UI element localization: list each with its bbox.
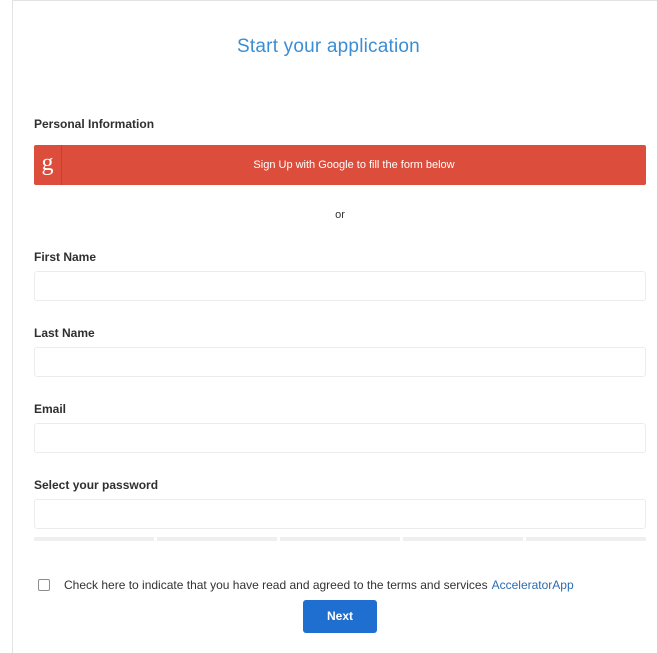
email-input[interactable] [34, 423, 646, 453]
or-separator: or [335, 209, 345, 221]
google-icon-glyph: g [41, 150, 54, 176]
first-name-input[interactable] [34, 271, 646, 301]
last-name-input[interactable] [34, 347, 646, 377]
password-strength-segment [526, 537, 646, 541]
next-button[interactable]: Next [303, 600, 377, 633]
password-label: Select your password [34, 478, 159, 492]
first-name-label: First Name [34, 250, 97, 264]
section-label-personal-information: Personal Information [34, 117, 155, 131]
last-name-label: Last Name [34, 326, 95, 340]
google-signup-label: Sign Up with Google to fill the form bel… [253, 159, 455, 171]
terms-row: Check here to indicate that you have rea… [38, 578, 574, 592]
password-strength-segment [280, 537, 400, 541]
terms-text: Check here to indicate that you have rea… [64, 578, 488, 592]
google-icon: g [34, 145, 62, 185]
password-strength-segment [157, 537, 277, 541]
password-strength-segment [34, 537, 154, 541]
email-label: Email [34, 402, 67, 416]
terms-checkbox[interactable] [38, 579, 50, 591]
page-title: Start your application [237, 36, 420, 57]
google-signup-button[interactable]: g Sign Up with Google to fill the form b… [34, 145, 646, 185]
password-input[interactable] [34, 499, 646, 529]
application-card [12, 0, 657, 653]
terms-link[interactable]: AcceleratorApp [492, 578, 574, 592]
password-strength-segment [403, 537, 523, 541]
password-strength-meter [34, 537, 646, 541]
